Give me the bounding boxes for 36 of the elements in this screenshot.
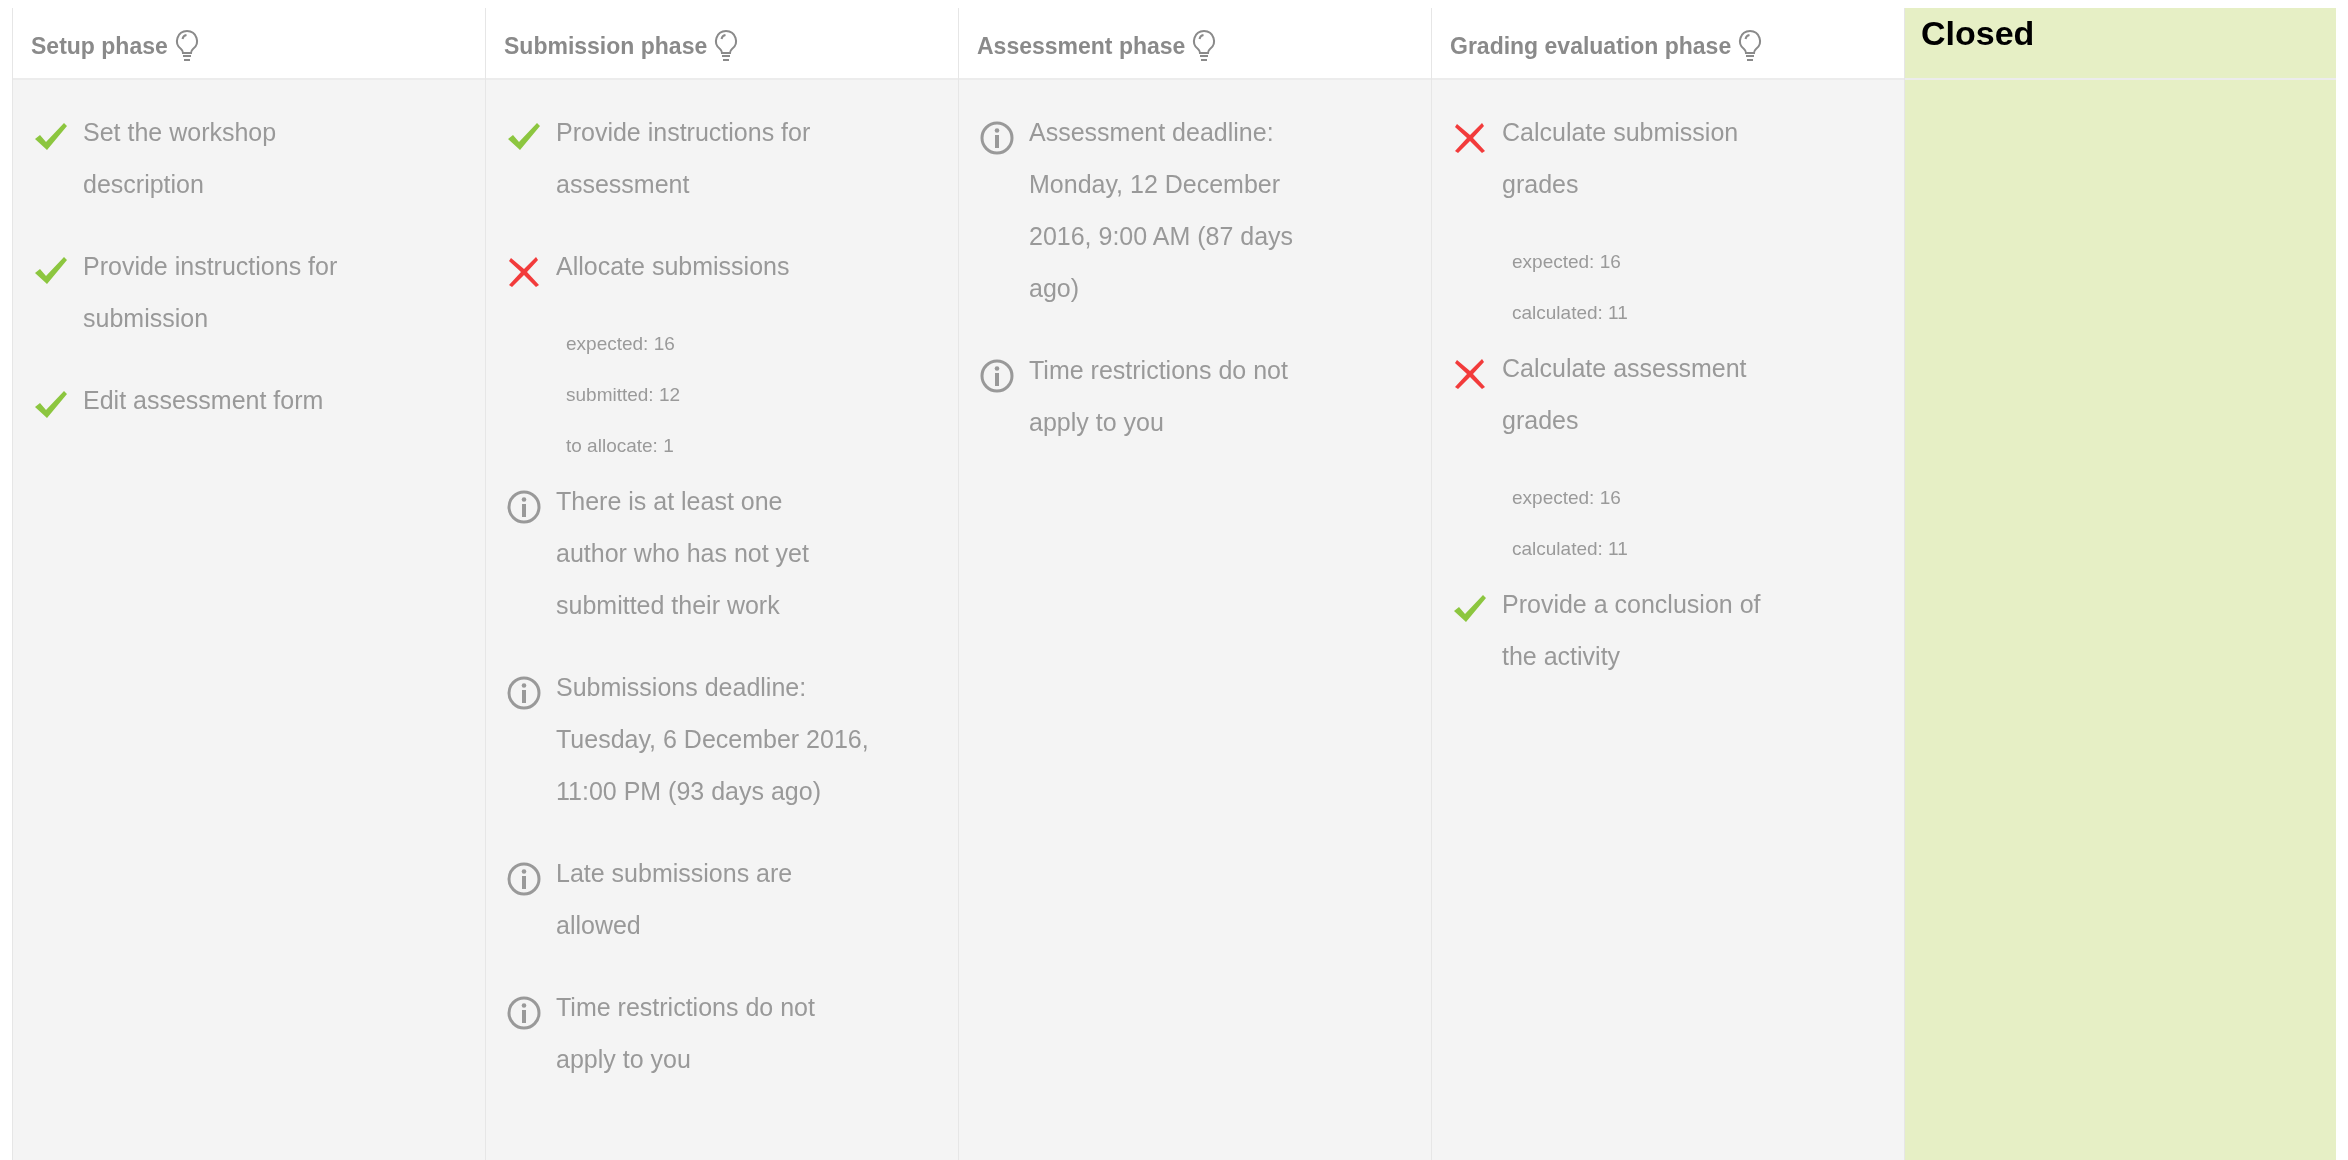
task-text: Late submissions are allowed	[556, 858, 793, 941]
lightbulb-icon[interactable]	[1737, 29, 1764, 63]
task-detail: calculated: 11	[1512, 301, 1629, 325]
phase-title: Assessment phase	[977, 32, 1186, 60]
info-icon	[506, 861, 542, 897]
info-icon	[506, 675, 542, 711]
task-text: Provide instructions for assessment	[556, 117, 811, 200]
phase-title: Submission phase	[504, 32, 708, 60]
phase-title: Closed	[1921, 14, 2035, 53]
task-detail: expected: 16	[566, 332, 676, 356]
task-text: Time restrictions do not apply to you	[1029, 355, 1288, 438]
info-icon	[506, 489, 542, 525]
task-detail: submitted: 12	[566, 383, 682, 407]
info-icon	[979, 120, 1015, 156]
info-icon	[506, 995, 542, 1031]
task-text: Provide a conclusion of the activity	[1502, 589, 1761, 672]
task-detail: expected: 16	[1512, 486, 1622, 510]
task-detail: to allocate: 1	[566, 434, 675, 458]
task-text: Provide instructions for submission	[83, 251, 338, 334]
task-text: Time restrictions do not apply to you	[556, 992, 815, 1075]
phase-title: Setup phase	[31, 32, 168, 60]
task-detail: calculated: 11	[1512, 537, 1629, 561]
lightbulb-icon[interactable]	[713, 29, 740, 63]
task-text: Allocate submissions	[556, 251, 790, 282]
task-text: Set the workshop description	[83, 117, 277, 200]
task-detail: expected: 16	[1512, 250, 1622, 274]
phase-title: Grading evaluation phase	[1450, 32, 1732, 60]
task-text: Submissions deadline: Tuesday, 6 December 2016, 11:00 PM (93 days ago)	[556, 672, 869, 807]
info-icon	[979, 358, 1015, 394]
lightbulb-icon[interactable]	[173, 29, 200, 63]
task-text: There is at least one author who has not yet submitted their work	[556, 486, 809, 621]
task-text: Assessment deadline: Monday, 12 December 2016, 9:00 AM (87 days ago)	[1029, 117, 1294, 304]
task-text: Calculate submission grades	[1502, 117, 1739, 200]
lightbulb-icon[interactable]	[1191, 29, 1218, 63]
task-text: Edit assessment form	[83, 385, 324, 416]
task-text: Calculate assessment grades	[1502, 353, 1747, 436]
